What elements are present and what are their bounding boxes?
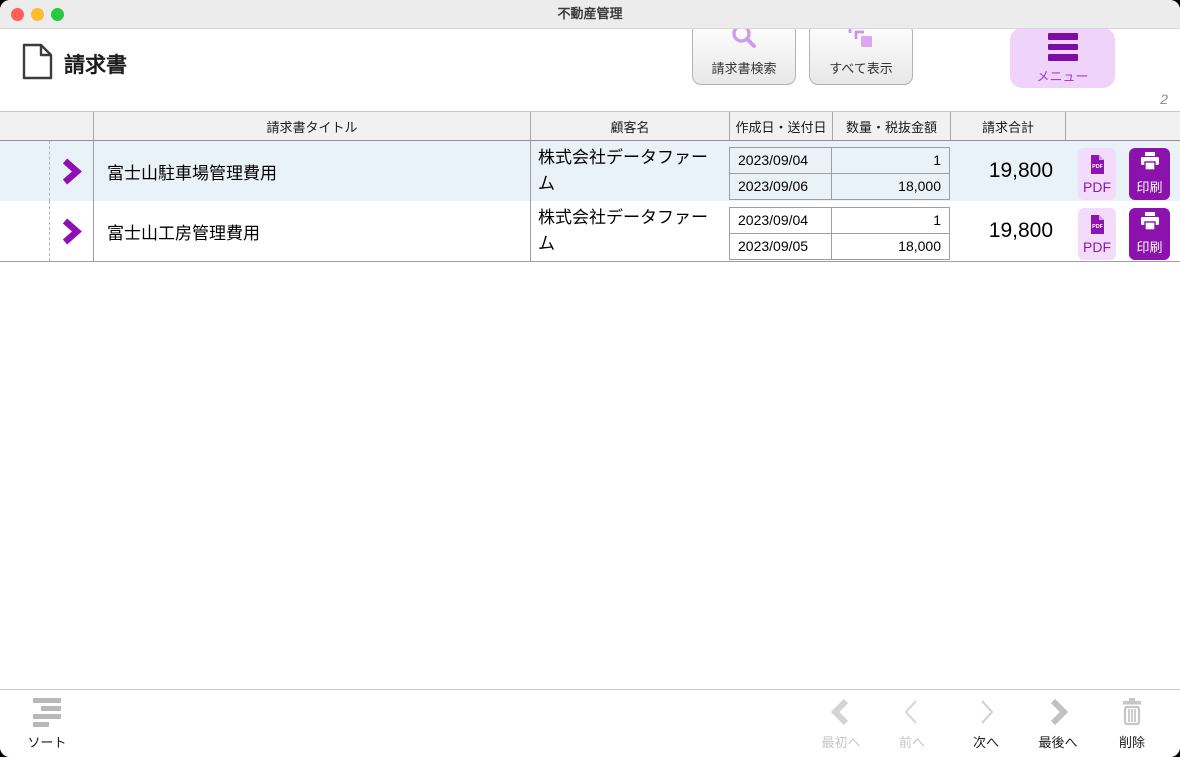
quantity: 1	[832, 208, 949, 234]
titlebar: 不動産管理	[0, 0, 1180, 29]
next-label: 次へ	[972, 735, 999, 750]
created-date: 2023/09/04	[730, 148, 831, 174]
column-header-customer: 顧客名	[530, 112, 729, 140]
sort-label: ソート	[27, 735, 67, 750]
column-header-actions	[1065, 112, 1180, 140]
column-header-dates: 作成日・送付日	[729, 112, 832, 140]
show-all-button[interactable]: すべて表示	[809, 23, 913, 85]
column-header-title: 請求書タイトル	[93, 112, 530, 140]
dates-cell: 2023/09/04 2023/09/06	[729, 147, 832, 200]
column-header-total: 請求合計	[950, 112, 1065, 140]
menu-button[interactable]: メニュー	[1010, 28, 1115, 88]
printer-icon	[1139, 212, 1161, 234]
svg-text:PDF: PDF	[1092, 224, 1103, 230]
table-header-row: 請求書タイトル 顧客名 作成日・送付日 数量・税抜金額 請求合計	[0, 111, 1180, 141]
invoice-title: 富士山工房管理費用	[107, 223, 260, 243]
invoice-search-label: 請求書検索	[711, 61, 777, 76]
svg-text:PDF: PDF	[1092, 164, 1103, 170]
customer-name: 株式会社データファーム	[538, 208, 708, 253]
pdf-button[interactable]: PDF PDF	[1078, 148, 1116, 200]
invoice-search-button[interactable]: 請求書検索	[692, 23, 796, 85]
column-header-marker	[0, 112, 93, 140]
chevron-left-thin-icon	[901, 697, 923, 727]
dates-cell: 2023/09/04 2023/09/05	[729, 207, 832, 260]
show-all-label: すべて表示	[829, 61, 893, 76]
qty-amount-cell: 1 18,000	[832, 147, 950, 200]
open-record-chevron-icon[interactable]	[58, 158, 82, 190]
pdf-label: PDF	[1083, 178, 1111, 195]
open-record-chevron-icon[interactable]	[58, 218, 82, 250]
invoice-title: 富士山駐車場管理費用	[107, 163, 277, 183]
close-window-button[interactable]	[11, 8, 24, 21]
print-button[interactable]: 印刷	[1129, 208, 1170, 260]
bottom-toolbar: ソート 最初へ 前へ 次へ 最後へ 削除	[0, 689, 1180, 757]
chevron-left-bold-icon	[830, 697, 852, 727]
page-title: 請求書	[64, 54, 127, 77]
first-label: 最初へ	[821, 735, 861, 750]
first-record-button[interactable]: 最初へ	[805, 697, 877, 751]
delete-label: 削除	[1118, 735, 1145, 750]
print-button[interactable]: 印刷	[1129, 148, 1170, 200]
previous-record-button[interactable]: 前へ	[876, 697, 948, 751]
sort-button[interactable]: ソート	[11, 697, 83, 751]
pdf-file-icon: PDF	[1088, 214, 1107, 238]
last-label: 最後へ	[1038, 735, 1078, 750]
chevron-right-bold-icon	[1047, 697, 1069, 727]
print-label: 印刷	[1136, 240, 1163, 255]
zoom-window-button[interactable]	[51, 8, 64, 21]
amount-ex-tax: 18,000	[898, 238, 941, 255]
column-header-qty: 数量・税抜金額	[832, 112, 950, 140]
trash-icon	[1119, 697, 1145, 727]
minimize-window-button[interactable]	[31, 8, 44, 21]
pdf-file-icon: PDF	[1088, 154, 1107, 178]
quantity: 1	[832, 148, 949, 174]
print-label: 印刷	[1136, 180, 1163, 195]
delete-record-button[interactable]: 削除	[1096, 697, 1168, 751]
amount-ex-tax: 18,000	[898, 178, 941, 195]
hamburger-icon	[1047, 33, 1078, 61]
sent-date: 2023/09/06	[738, 178, 809, 195]
pdf-button[interactable]: PDF PDF	[1078, 208, 1116, 260]
invoice-total: 19,800	[988, 219, 1053, 242]
qty-amount-cell: 1 18,000	[832, 207, 950, 260]
layout-boundary-dashed-line	[49, 201, 50, 261]
chevron-right-thin-icon	[975, 697, 997, 727]
printer-icon	[1139, 152, 1161, 174]
prev-label: 前へ	[898, 735, 925, 750]
menu-label: メニュー	[1036, 68, 1089, 84]
next-record-button[interactable]: 次へ	[950, 697, 1022, 751]
table-row[interactable]: 富士山工房管理費用 株式会社データファーム 2023/09/04 2023/09…	[0, 201, 1180, 262]
invoice-total: 19,800	[988, 159, 1053, 182]
layout-boundary-dashed-line	[49, 141, 50, 201]
document-icon	[22, 43, 53, 85]
customer-name: 株式会社データファーム	[538, 148, 708, 193]
record-count: 2	[1160, 91, 1168, 107]
app-window: 不動産管理 請求書 請求書検索 すべて表示 メニュー 2 請求書タイトル 顧客名…	[0, 0, 1180, 757]
table-row[interactable]: 富士山駐車場管理費用 株式会社データファーム 2023/09/04 2023/0…	[0, 141, 1180, 202]
created-date: 2023/09/04	[730, 208, 831, 234]
sent-date: 2023/09/05	[738, 238, 809, 255]
pdf-label: PDF	[1083, 238, 1111, 255]
last-record-button[interactable]: 最後へ	[1022, 697, 1094, 751]
window-title: 不動産管理	[557, 6, 623, 21]
sort-icon	[33, 697, 61, 727]
